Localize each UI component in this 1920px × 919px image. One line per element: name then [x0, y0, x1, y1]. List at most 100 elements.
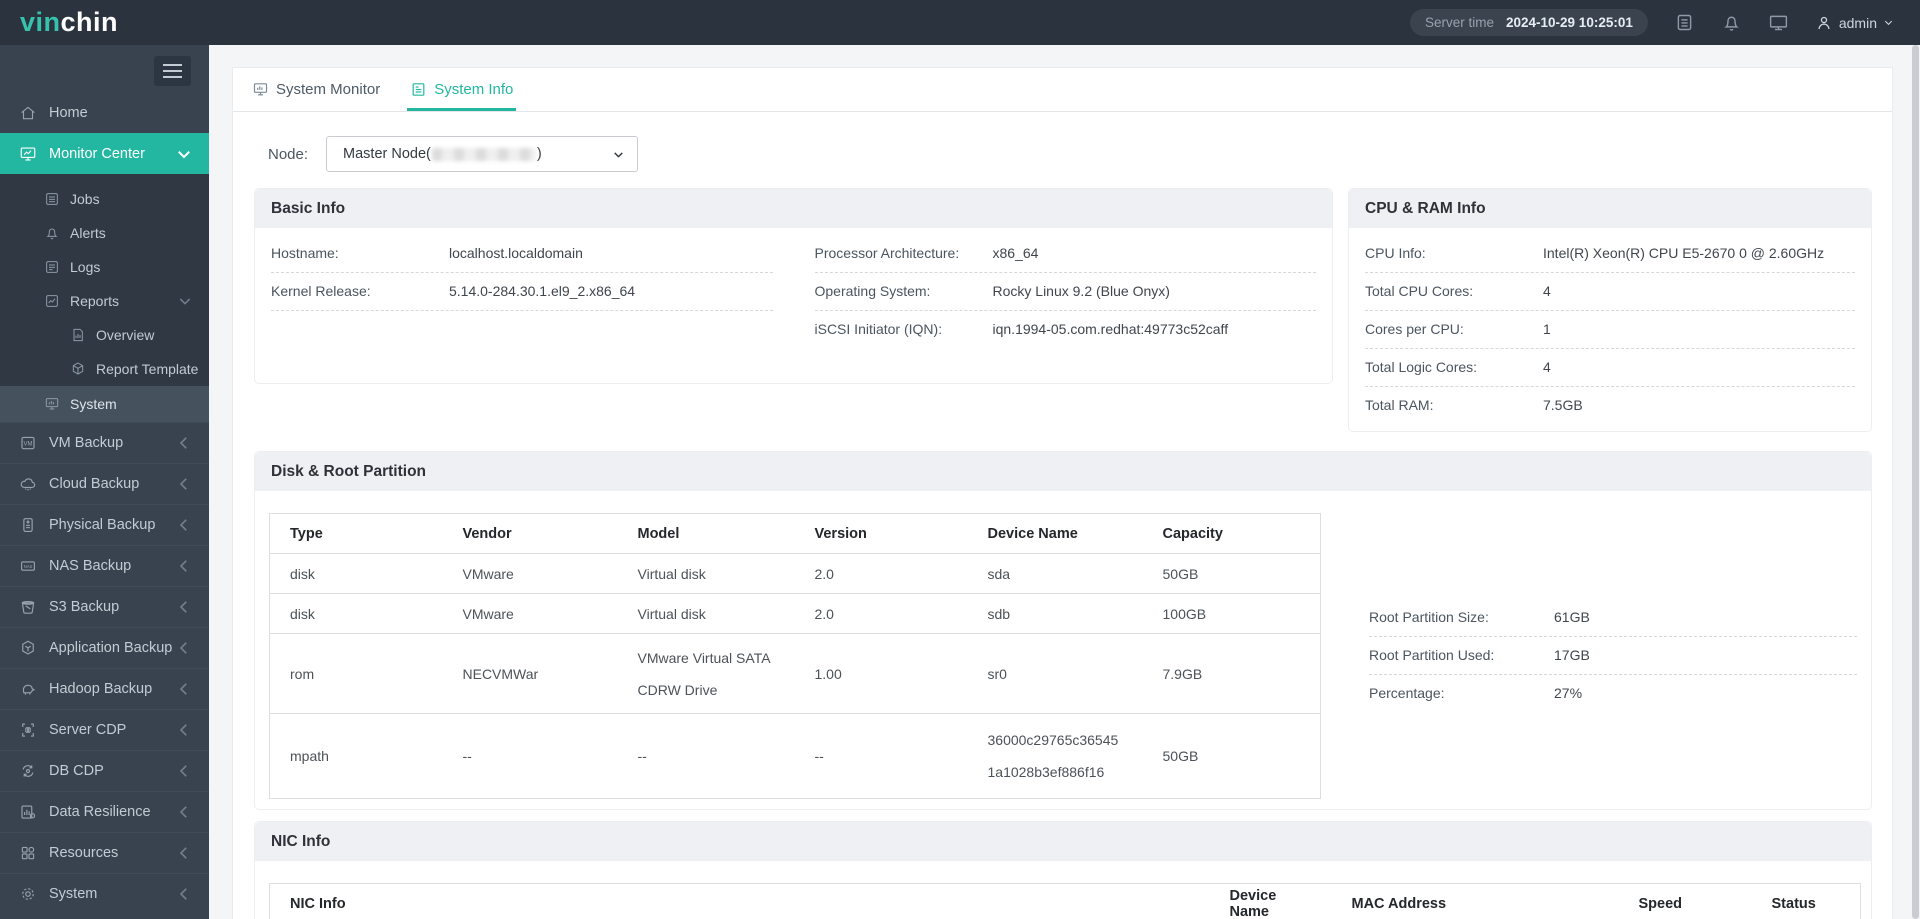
notifications-bell-icon[interactable] [1721, 12, 1742, 33]
cpu-ram-row: CPU Info: Intel(R) Xeon(R) CPU E5-2670 0… [1365, 235, 1855, 273]
sidebar-item-physical-backup[interactable]: Physical Backup [0, 504, 209, 545]
node-value-suffix: ) [536, 146, 542, 162]
sidebar-item-s3-backup[interactable]: S3 Backup [0, 586, 209, 627]
node-selector-row: Node: Master Node() [268, 136, 1892, 172]
chevron-left-icon [179, 560, 187, 572]
root-partition-info: Root Partition Size: 61GB Root Partition… [1369, 599, 1857, 799]
disk-table-header-row: Type Vendor Model Version Device Name Ca… [269, 513, 1321, 554]
basic-info-panel: Basic Info Hostname: localhost.localdoma… [254, 188, 1333, 384]
basic-info-row: iSCSI Initiator (IQN): iqn.1994-05.com.r… [814, 321, 1229, 337]
logo-prefix: vin [20, 7, 61, 37]
chevron-left-icon [179, 724, 187, 736]
main-content: System Monitor System Info Node: Master … [209, 45, 1920, 919]
vinchin-app: vinchin Server time 2024-10-29 10:25:01 … [0, 0, 1920, 919]
system-monitor-icon [45, 398, 59, 410]
cpu-ram-row: Cores per CPU: 1 [1365, 311, 1855, 349]
logs-icon [46, 261, 58, 273]
cpu-ram-row: Total RAM: 7.5GB [1365, 397, 1583, 413]
sidebar-item-monitor-center[interactable]: Monitor Center [0, 133, 209, 174]
chevron-left-icon [179, 683, 187, 695]
report-log-icon[interactable] [1674, 12, 1695, 33]
sidebar-item-alerts[interactable]: Alerts [0, 216, 209, 250]
server-time-value: 2024-10-29 10:25:01 [1506, 15, 1633, 30]
document-icon [412, 83, 425, 96]
sidebar-item-hadoop-backup[interactable]: Hadoop Backup [0, 668, 209, 709]
chevron-left-icon [179, 601, 187, 613]
svg-text:NAS: NAS [24, 564, 33, 569]
scrollbar-thumb[interactable] [1912, 45, 1919, 919]
sidebar-item-system-settings[interactable]: System [0, 873, 209, 914]
nic-table-header-row: NIC Info Device Name MAC Address Speed S… [269, 883, 1861, 919]
node-value-redacted [431, 147, 536, 161]
disk-root-partition-title: Disk & Root Partition [255, 452, 1871, 491]
sidebar-item-vm-backup[interactable]: VM VM Backup [0, 422, 209, 463]
node-label: Node: [268, 145, 309, 163]
sidebar-item-data-resilience[interactable]: Data Resilience [0, 791, 209, 832]
svg-text:VM: VM [24, 442, 33, 448]
overview-icon [73, 328, 83, 342]
monitor-icon [253, 83, 268, 96]
monitor-center-icon [20, 146, 36, 161]
node-select[interactable]: Master Node() [326, 136, 639, 172]
sidebar-item-nas-backup[interactable]: NAS NAS Backup [0, 545, 209, 586]
root-partition-row: Percentage: 27% [1369, 685, 1583, 701]
disk-table: Type Vendor Model Version Device Name Ca… [269, 513, 1321, 799]
cpu-ram-row: Total Logic Cores: 4 [1365, 349, 1855, 387]
sidebar-item-resources[interactable]: Resources [0, 832, 209, 873]
server-cdp-icon [22, 723, 34, 737]
vm-backup-icon: VM [21, 436, 35, 450]
chevron-down-icon [179, 298, 191, 305]
sidebar-item-logs[interactable]: Logs [0, 250, 209, 284]
root-partition-row: Root Partition Used: 17GB [1369, 637, 1857, 675]
tabbar: System Monitor System Info [233, 68, 1892, 112]
page-scrollbar[interactable] [1906, 45, 1920, 919]
tab-system-monitor[interactable]: System Monitor [252, 68, 380, 111]
sidebar-item-server-cdp[interactable]: Server CDP [0, 709, 209, 750]
sidebar-item-db-cdp[interactable]: DB CDP [0, 750, 209, 791]
console-monitor-icon[interactable] [1768, 12, 1789, 33]
chevron-left-icon [179, 888, 187, 900]
user-menu[interactable]: admin [1815, 14, 1894, 32]
disk-table-row: rom NECVMWar VMware Virtual SATA CDRW Dr… [269, 633, 1321, 714]
sidebar-item-cloud-backup[interactable]: Cloud Backup [0, 463, 209, 504]
data-resilience-icon [21, 805, 36, 819]
cloud-backup-icon [20, 478, 36, 491]
sidebar-collapse-button[interactable] [154, 56, 191, 86]
chevron-left-icon [179, 437, 187, 449]
sidebar-item-home[interactable]: Home [0, 93, 209, 133]
report-template-icon [72, 362, 84, 375]
node-value-prefix: Master Node( [343, 146, 431, 162]
system-settings-icon [22, 888, 34, 900]
chevron-left-icon [179, 847, 187, 859]
disk-table-row: disk VMware Virtual disk 2.0 sda 50GB [269, 553, 1321, 594]
logo-suffix: chin [60, 7, 119, 37]
sidebar: Home Monitor Center Jobs Alerts Logs Rep… [0, 45, 209, 919]
root-partition-row: Root Partition Size: 61GB [1369, 599, 1857, 637]
chevron-left-icon [179, 642, 187, 654]
sidebar-item-overview[interactable]: Overview [0, 318, 209, 352]
monitor-center-submenu: Jobs Alerts Logs Reports Overview Report… [0, 174, 209, 422]
chevron-down-icon [1884, 20, 1893, 26]
physical-backup-icon [23, 518, 33, 532]
basic-info-row: Kernel Release: 5.14.0-284.30.1.el9_2.x8… [271, 273, 773, 311]
alerts-icon [46, 228, 58, 240]
sidebar-item-application-backup[interactable]: Application Backup [0, 627, 209, 668]
sidebar-item-system-current[interactable]: System [0, 386, 209, 422]
tab-system-info[interactable]: System Info [407, 68, 517, 111]
sidebar-item-reports[interactable]: Reports [0, 284, 209, 318]
server-time-pill: Server time 2024-10-29 10:25:01 [1409, 9, 1648, 36]
nic-info-panel: NIC Info NIC Info Device Name MAC Addres… [254, 821, 1872, 919]
nas-backup-icon: NAS [21, 561, 35, 571]
disk-table-row: mpath -- -- -- 36000c29765c36545 1a1028b… [269, 713, 1321, 799]
disk-root-partition-panel: Disk & Root Partition Type Vendor Model … [254, 451, 1872, 810]
sidebar-item-jobs[interactable]: Jobs [0, 182, 209, 216]
chevron-left-icon [179, 806, 187, 818]
sidebar-item-report-template[interactable]: Report Template [0, 352, 209, 386]
cpu-ram-title: CPU & RAM Info [1349, 189, 1871, 228]
server-time-label: Server time [1424, 15, 1494, 30]
content-card: System Monitor System Info Node: Master … [232, 67, 1893, 919]
s3-backup-icon [21, 600, 35, 614]
application-backup-icon [22, 640, 34, 655]
vinchin-logo: vinchin [20, 7, 118, 38]
chevron-down-icon [614, 151, 623, 158]
